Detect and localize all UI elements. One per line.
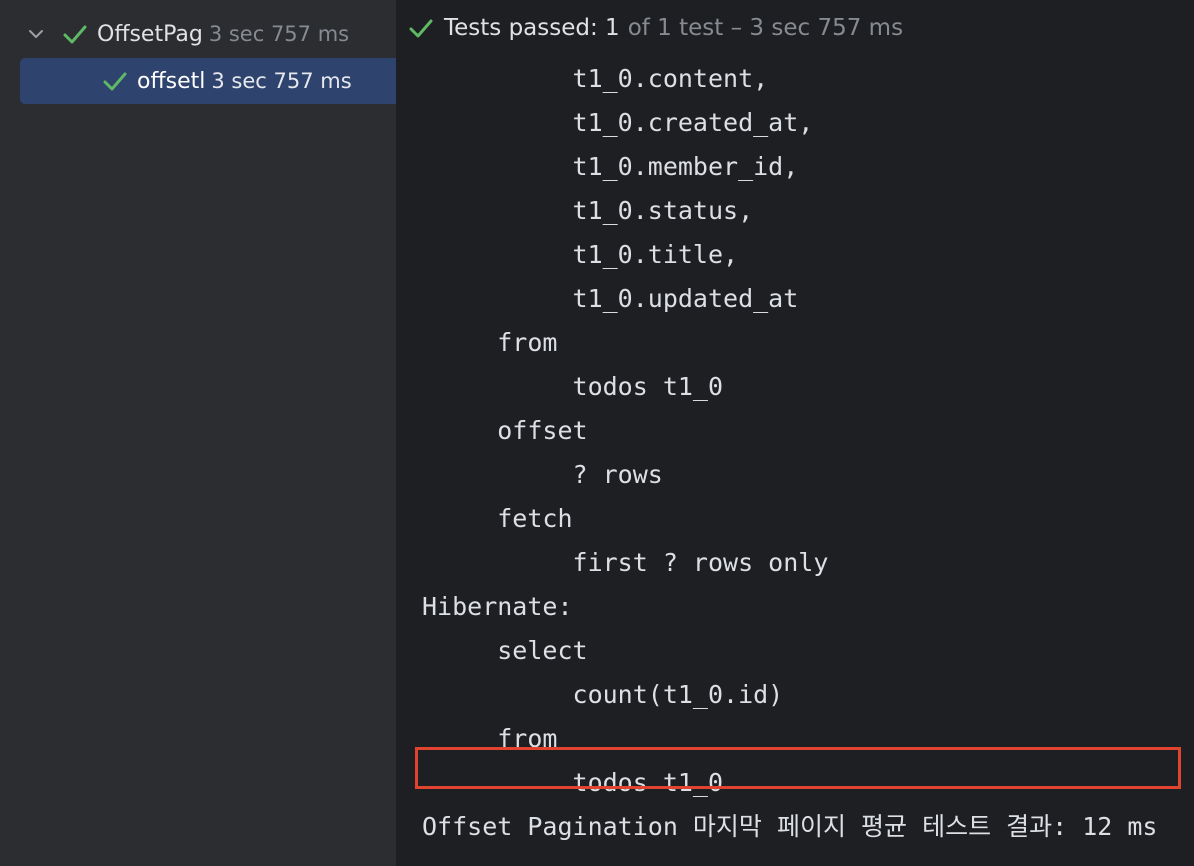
console-line: ? rows xyxy=(422,460,663,489)
console-line: todos t1_0 xyxy=(422,768,724,797)
console-line: first ? rows only xyxy=(422,548,829,577)
test-status-bar: Tests passed: 1 of 1 test – 3 sec 757 ms xyxy=(398,0,1194,56)
test-class-name: OffsetPag xyxy=(97,21,203,47)
test-tree-root-item[interactable]: OffsetPag 3 sec 757 ms xyxy=(0,11,396,57)
console-output-panel: Tests passed: 1 of 1 test – 3 sec 757 ms… xyxy=(398,0,1194,866)
console-result-line: Offset Pagination 마지막 페이지 평균 테스트 결과: 12 … xyxy=(422,812,1158,841)
console-line: t1_0.title, xyxy=(422,240,739,269)
console-line: t1_0.member_id, xyxy=(422,152,799,181)
console-line: t1_0.updated_at xyxy=(422,284,799,313)
console-line: Hibernate: xyxy=(422,592,573,621)
tests-passed-label: Tests passed: 1 xyxy=(444,15,620,41)
test-tree-child-item[interactable]: offsetl 3 sec 757 ms xyxy=(20,58,396,104)
console-line: t1_0.content, xyxy=(422,64,769,93)
console-line: from xyxy=(422,724,558,753)
check-icon xyxy=(62,23,88,45)
console-line: offset xyxy=(422,416,588,445)
test-class-duration: 3 sec 757 ms xyxy=(208,22,350,46)
test-method-name: offsetl xyxy=(137,68,206,94)
console-line: t1_0.status, xyxy=(422,196,754,225)
console-line: from xyxy=(422,328,558,357)
chevron-down-icon[interactable] xyxy=(26,24,46,44)
test-tree-panel: OffsetPag 3 sec 757 ms offsetl 3 sec 757… xyxy=(0,0,398,866)
console-line: t1_0.created_at, xyxy=(422,108,814,137)
test-runner-window: OffsetPag 3 sec 757 ms offsetl 3 sec 757… xyxy=(0,0,1194,866)
console-line: count(t1_0.id) xyxy=(422,680,784,709)
console-line: todos t1_0 xyxy=(422,372,724,401)
console-line: select xyxy=(422,636,588,665)
tests-summary-label: of 1 test – 3 sec 757 ms xyxy=(627,15,904,41)
check-icon xyxy=(102,70,128,92)
console-text[interactable]: t1_0.content, t1_0.created_at, t1_0.memb… xyxy=(398,57,1194,849)
test-method-duration: 3 sec 757 ms xyxy=(211,69,352,93)
console-line: fetch xyxy=(422,504,573,533)
check-icon xyxy=(408,17,434,39)
